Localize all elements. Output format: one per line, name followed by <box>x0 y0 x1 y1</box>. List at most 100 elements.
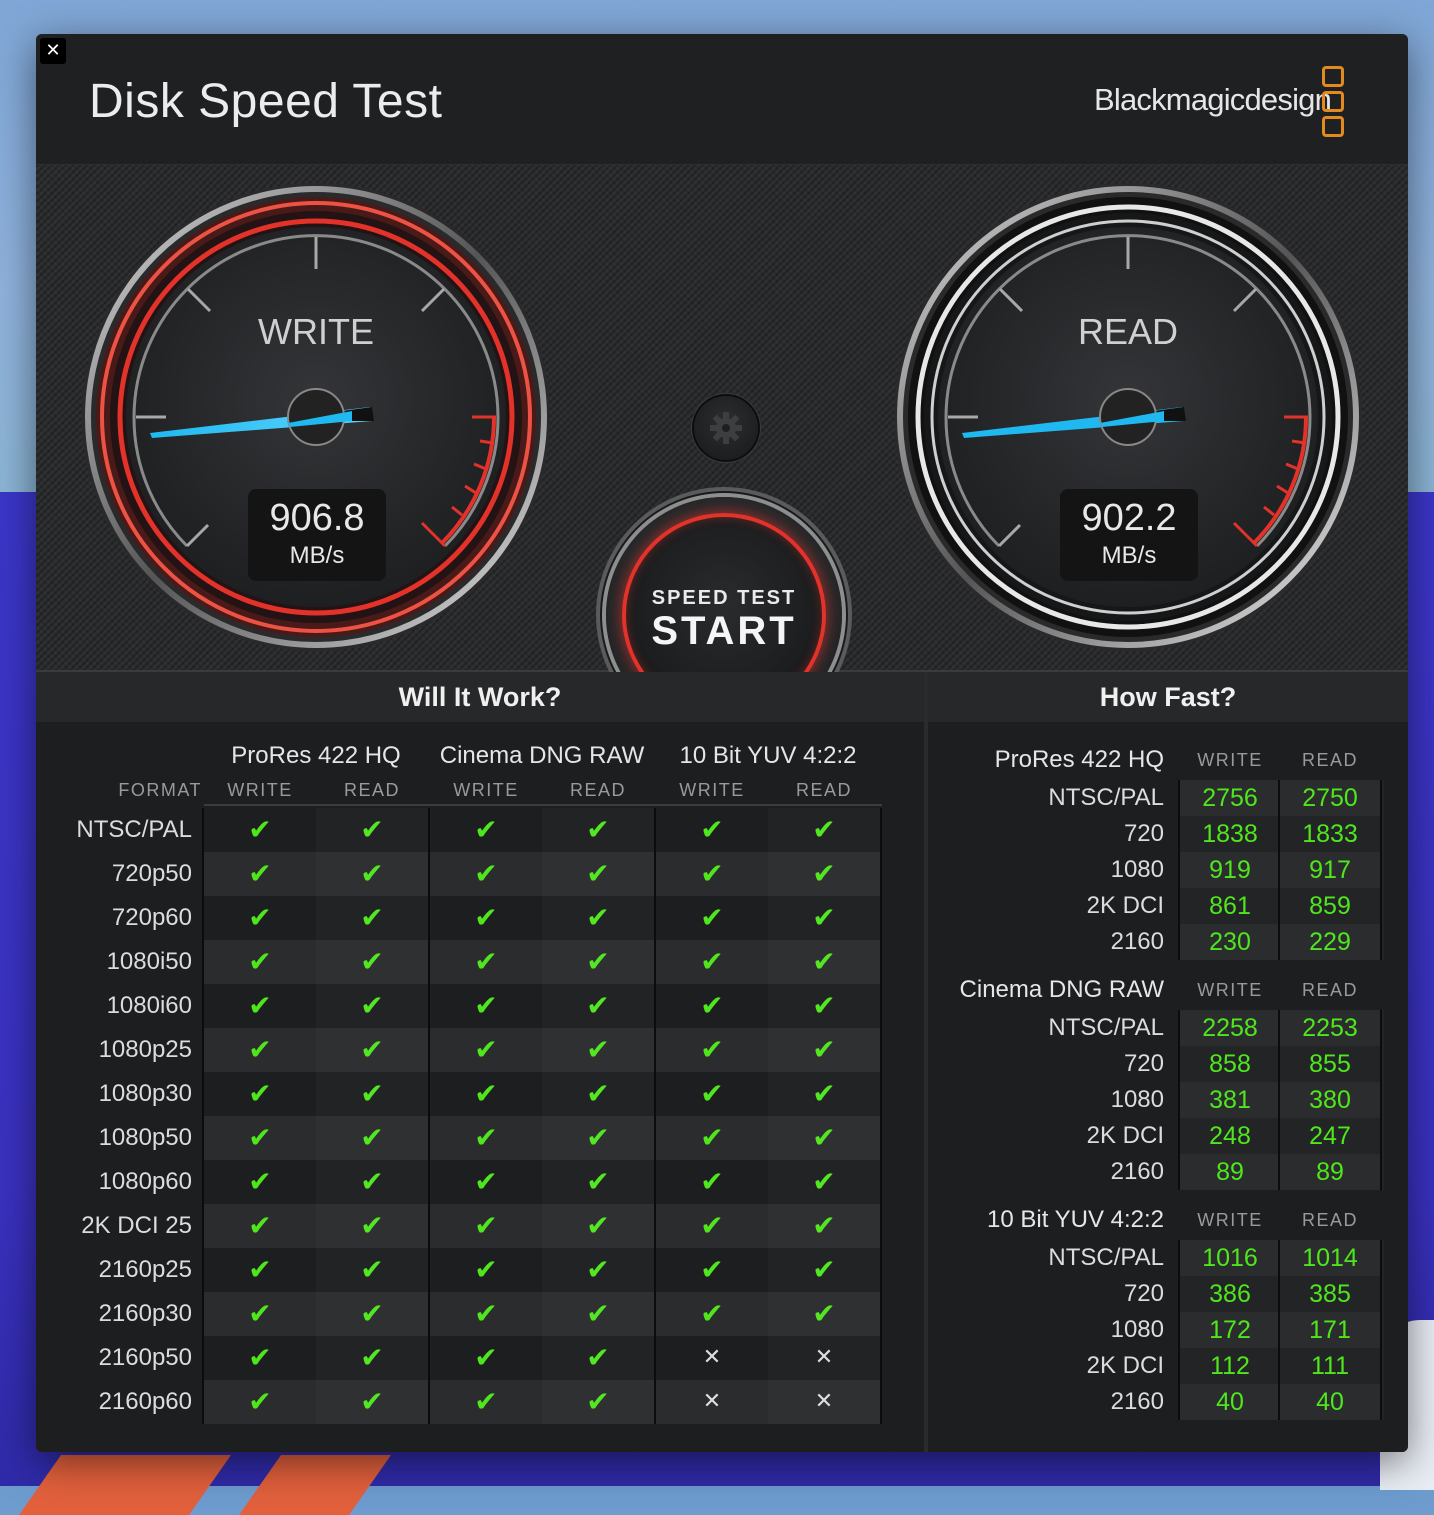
read-fps-value: 89 <box>1280 1154 1380 1190</box>
column-separator <box>204 804 882 806</box>
speed-group-header: Cinema DNG RAW <box>959 976 1164 1003</box>
title-bar: ✕ Disk Speed Test Blackmagicdesign <box>36 34 1408 165</box>
resolution-label: 720 <box>1123 1280 1164 1307</box>
write-fps-value: 40 <box>1180 1384 1280 1420</box>
check-icon: ✔ <box>700 1033 724 1066</box>
speed-group-header: 10 Bit YUV 4:2:2 <box>987 1206 1164 1233</box>
format-column-header: FORMAT <box>118 780 202 800</box>
column-shade <box>768 808 880 1424</box>
read-fps-value: 2253 <box>1280 1010 1380 1046</box>
check-icon: ✔ <box>474 1209 498 1242</box>
check-icon: ✔ <box>700 1253 724 1286</box>
write-fps-value: 2756 <box>1180 780 1280 816</box>
resolution-label: 2K DCI <box>1086 1122 1164 1149</box>
brand-name: Blackmagicdesign <box>1094 82 1332 117</box>
start-button-caption: SPEED TEST <box>651 587 797 609</box>
check-icon: ✔ <box>248 1253 272 1286</box>
resolution-label: 2160 <box>1110 928 1164 955</box>
check-icon: ✔ <box>700 1297 724 1330</box>
brand-logo-icon <box>1322 66 1344 141</box>
format-group-header: ProRes 422 HQ <box>231 742 401 769</box>
read-column-header: READ <box>569 780 626 800</box>
format-label: 1080i60 <box>106 992 192 1019</box>
check-icon: ✔ <box>248 1209 272 1242</box>
read-fps-value: 171 <box>1280 1312 1380 1348</box>
column-separator <box>1178 1010 1180 1190</box>
column-separator <box>1278 1010 1280 1190</box>
check-icon: ✔ <box>248 857 272 890</box>
close-button[interactable]: ✕ <box>40 38 66 64</box>
column-shade <box>316 808 428 1424</box>
format-label: 2160p50 <box>98 1344 192 1371</box>
read-fps-value: 917 <box>1280 852 1380 888</box>
format-label: 720p60 <box>111 904 192 931</box>
how-fast-header: How Fast? <box>928 672 1408 722</box>
resolution-label: 2K DCI <box>1086 892 1164 919</box>
write-column-header: WRITE <box>1197 1210 1263 1230</box>
read-speed-value: 902.2 <box>1081 497 1177 539</box>
read-column-header: READ <box>795 780 852 800</box>
check-icon: ✔ <box>248 1385 272 1418</box>
check-icon: ✔ <box>700 901 724 934</box>
write-gauge-label: WRITE <box>258 311 374 352</box>
how-fast-table: ProRes 422 HQ WRITE READ NTSC/PAL 2756 2750 72… <box>928 722 1408 1452</box>
format-label: NTSC/PAL <box>76 816 192 843</box>
start-button-label: START <box>651 609 797 653</box>
write-fps-value: 230 <box>1180 924 1280 960</box>
write-fps-value: 919 <box>1180 852 1280 888</box>
format-label: 2160p25 <box>98 1256 192 1283</box>
check-icon: ✔ <box>474 1077 498 1110</box>
column-shade <box>542 808 654 1424</box>
read-fps-value: 1833 <box>1302 820 1358 848</box>
check-icon: ✔ <box>474 1165 498 1198</box>
check-icon: ✔ <box>700 1165 724 1198</box>
resolution-label: 2160 <box>1110 1388 1164 1415</box>
resolution-label: 1080 <box>1110 856 1164 883</box>
check-icon: ✔ <box>248 1297 272 1330</box>
resolution-label: 720 <box>1123 820 1164 847</box>
write-speed-value: 906.8 <box>269 497 365 539</box>
read-column-header: READ <box>1301 980 1358 1000</box>
column-separator <box>1380 1010 1382 1190</box>
cross-icon: ✕ <box>702 1345 722 1370</box>
write-fps-value: 248 <box>1209 1122 1251 1150</box>
resolution-label: NTSC/PAL <box>1048 1014 1164 1041</box>
format-label: 1080i50 <box>106 948 192 975</box>
format-group-header: Cinema DNG RAW <box>439 742 645 769</box>
read-column-header: READ <box>343 780 400 800</box>
write-column-header: WRITE <box>1197 750 1263 770</box>
read-fps-value: 229 <box>1280 924 1380 960</box>
read-readout: 902.2 MB/s <box>1060 489 1198 581</box>
column-separator <box>1380 780 1382 960</box>
check-icon: ✔ <box>474 901 498 934</box>
format-group-header: 10 Bit YUV 4:2:2 <box>679 742 857 769</box>
gauge-panel: WRITE 906.8 MB/s SPEED TEST START READ 9… <box>36 165 1408 733</box>
read-fps-value: 385 <box>1309 1280 1351 1308</box>
read-gauge <box>894 183 1362 651</box>
app-title: Disk Speed Test <box>89 75 443 128</box>
column-separator <box>1178 780 1180 960</box>
check-icon: ✔ <box>474 813 498 846</box>
check-icon: ✔ <box>248 1077 272 1110</box>
write-column-header: WRITE <box>679 780 745 800</box>
settings-button[interactable] <box>692 394 760 462</box>
write-speed-unit: MB/s <box>289 542 345 569</box>
check-icon: ✔ <box>474 1253 498 1286</box>
read-fps-value: 247 <box>1309 1122 1351 1150</box>
read-fps-value: 40 <box>1280 1384 1380 1420</box>
write-column-header: WRITE <box>227 780 293 800</box>
column-separator <box>654 808 656 1424</box>
check-icon: ✔ <box>248 813 272 846</box>
check-icon: ✔ <box>474 1121 498 1154</box>
write-fps-value: 1838 <box>1202 820 1258 848</box>
write-column-header: WRITE <box>1197 980 1263 1000</box>
format-label: 2K DCI 25 <box>81 1212 192 1239</box>
cross-icon: ✕ <box>702 1389 722 1414</box>
column-separator <box>1278 1240 1280 1420</box>
read-column-header: READ <box>1301 750 1358 770</box>
format-label: 1080p25 <box>98 1036 192 1063</box>
check-icon: ✔ <box>474 945 498 978</box>
check-icon: ✔ <box>700 1077 724 1110</box>
resolution-label: 2160 <box>1110 1158 1164 1185</box>
check-icon: ✔ <box>474 1341 498 1374</box>
